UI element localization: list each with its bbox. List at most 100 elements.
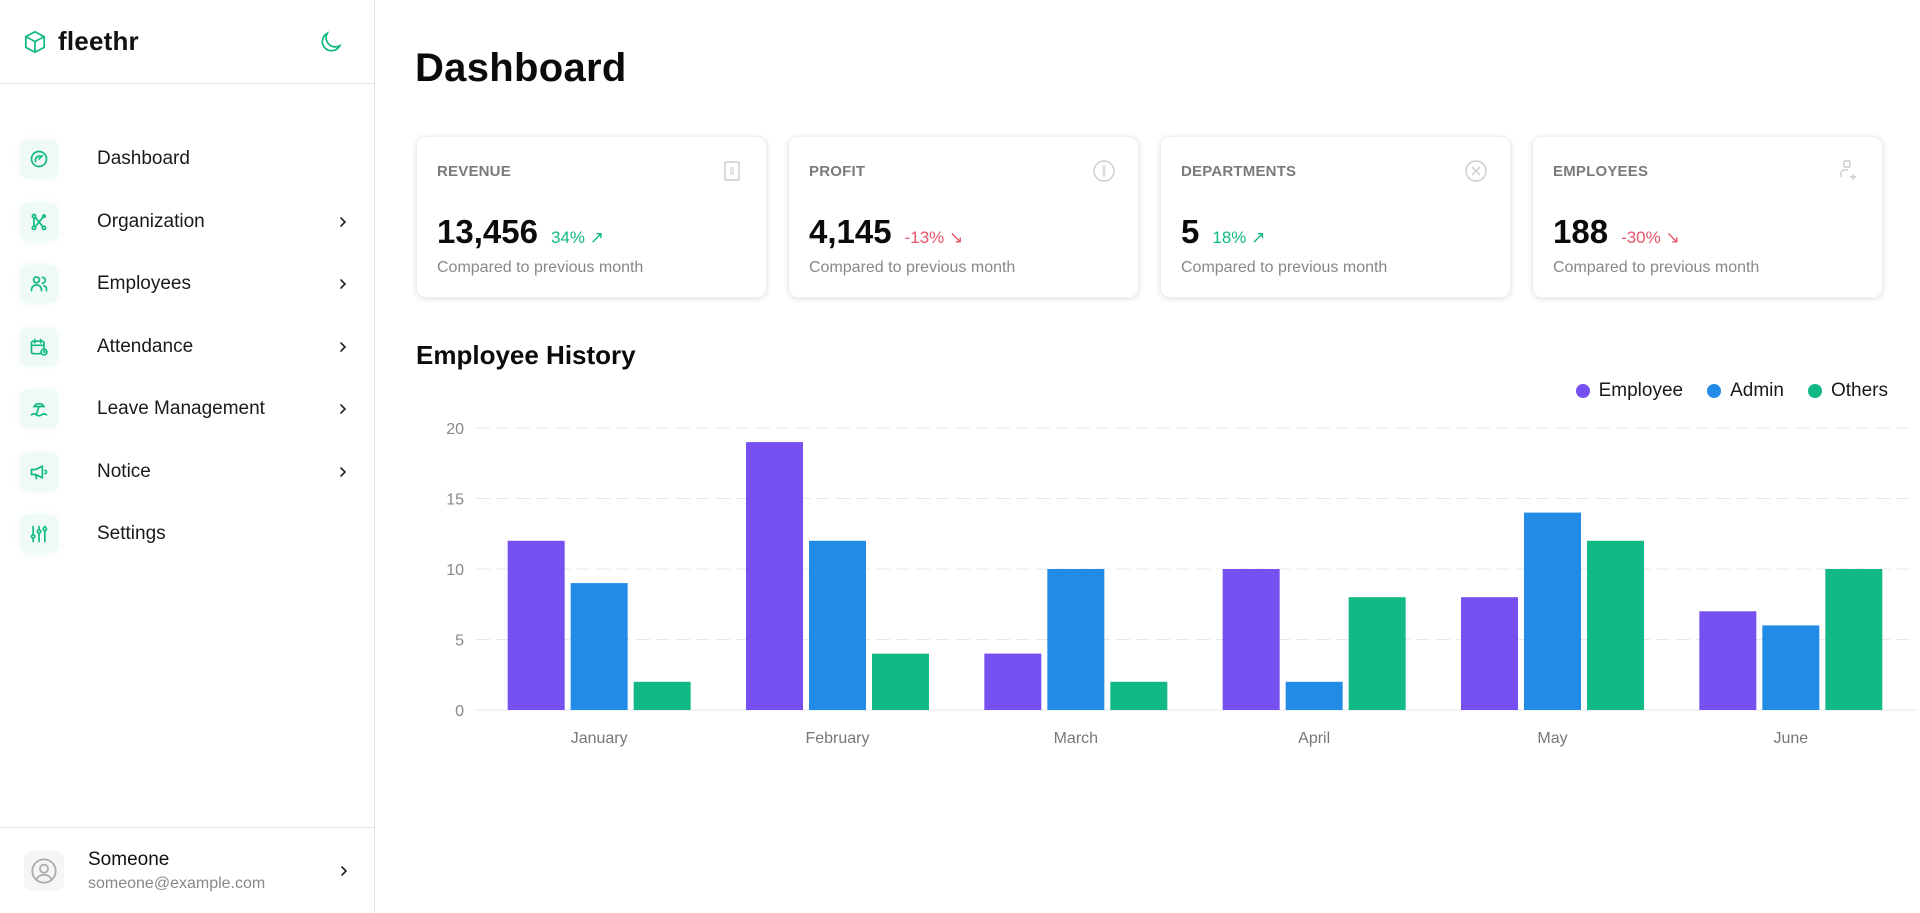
stat-value: 5 <box>1181 213 1200 250</box>
y-tick-label: 15 <box>446 492 464 509</box>
sidebar-item-label: Dashboard <box>97 148 190 170</box>
y-tick-label: 5 <box>455 633 464 650</box>
bar-others[interactable] <box>1587 540 1644 710</box>
sidebar-nav: Dashboard Organization Employees Attenda… <box>0 128 374 566</box>
legend-label: Others <box>1830 380 1888 401</box>
sidebar-item-label: Employees <box>97 273 191 295</box>
calendar-clock-icon <box>20 327 58 366</box>
bar-employee[interactable] <box>1461 597 1518 710</box>
legend-dot <box>1707 384 1722 398</box>
bar-employee[interactable] <box>1222 569 1280 710</box>
stat-delta: -13% ↘ <box>904 228 964 247</box>
bar-others[interactable] <box>633 681 691 710</box>
sidebar-item-dashboard[interactable]: Dashboard <box>0 128 374 191</box>
stat-label: REVENUE <box>437 163 511 180</box>
sidebar-item-label: Organization <box>97 210 205 232</box>
chevron-right-icon <box>340 216 347 227</box>
y-tick-label: 20 <box>446 421 464 438</box>
arrow-down-right-icon: ↘ <box>949 228 964 247</box>
sidebar-item-attendance[interactable]: Attendance <box>0 316 374 379</box>
sidebar-item-label: Notice <box>97 460 151 482</box>
sidebar-item-leave-management[interactable]: Leave Management <box>0 378 374 441</box>
chevron-right-icon <box>340 404 347 415</box>
sidebar-item-label: Leave Management <box>97 398 265 420</box>
user-email: someone@example.com <box>88 874 266 892</box>
sidebar-item-organization[interactable]: Organization <box>0 191 374 254</box>
stat-card-revenue: REVENUE 13,456 34% ↗ Compared to previou… <box>416 136 767 298</box>
sidebar-item-employees[interactable]: Employees <box>0 253 374 316</box>
bar-admin[interactable] <box>1047 569 1105 710</box>
bar-admin[interactable] <box>1524 512 1581 710</box>
stat-card-profit: PROFIT 4,145 -13% ↘ Compared to previous… <box>788 136 1139 298</box>
stat-subtitle: Compared to previous month <box>1553 259 1760 276</box>
moon-icon[interactable] <box>318 29 344 55</box>
user-profile-menu[interactable]: Someone someone@example.com <box>0 827 375 913</box>
stat-cards: REVENUE 13,456 34% ↗ Compared to previou… <box>416 136 1883 298</box>
dashboard-gauge-icon <box>20 140 58 179</box>
cube-icon <box>22 29 48 55</box>
organization-network-icon <box>20 202 58 241</box>
legend-item-employee[interactable]: Employee <box>1575 380 1683 402</box>
stat-card-departments: DEPARTMENTS 5 18% ↗ Compared to previous… <box>1160 136 1511 298</box>
bar-admin[interactable] <box>1762 625 1820 710</box>
sidebar: fleethr Dashboard Organization Employees <box>0 0 375 913</box>
bar-admin[interactable] <box>1285 681 1343 710</box>
banknote-icon <box>724 161 740 181</box>
legend-item-admin[interactable]: Admin <box>1707 380 1784 402</box>
stat-delta: 34% ↗ <box>550 228 604 247</box>
bar-admin[interactable] <box>809 540 866 710</box>
bar-others[interactable] <box>872 653 929 710</box>
brand-header: fleethr <box>0 0 374 84</box>
stat-value: 4,145 <box>809 213 892 250</box>
sidebar-item-settings[interactable]: Settings <box>0 503 374 566</box>
main-content: Dashboard REVENUE 13,456 34% ↗ Compared … <box>376 0 1920 913</box>
sliders-icon <box>20 515 58 554</box>
y-tick-label: 0 <box>455 703 464 720</box>
y-tick-label: 10 <box>446 562 464 579</box>
employee-history-chart: 0 5 10 15 20 January February March April May June <box>446 421 1916 747</box>
arrow-up-right-icon: ↗ <box>589 228 604 247</box>
users-icon <box>20 265 58 304</box>
bar-employee[interactable] <box>984 653 1042 710</box>
x-tick-label: April <box>1298 730 1330 747</box>
user-name: Someone <box>88 848 170 870</box>
chart-title: Employee History <box>416 340 636 370</box>
stat-label: PROFIT <box>809 163 866 180</box>
user-plus-icon <box>1840 160 1856 180</box>
chevron-right-icon <box>340 466 347 477</box>
coin-icon <box>1093 160 1115 182</box>
x-tick-label: January <box>571 730 628 747</box>
bar-others[interactable] <box>1110 681 1168 710</box>
app-name: fleethr <box>58 26 139 56</box>
stat-label: DEPARTMENTS <box>1181 163 1297 180</box>
bar-others[interactable] <box>1348 597 1406 710</box>
arrow-down-right-icon: ↘ <box>1665 228 1680 247</box>
beach-umbrella-icon <box>20 390 58 429</box>
legend-item-others[interactable]: Others <box>1807 380 1888 402</box>
bar-others[interactable] <box>1825 569 1883 710</box>
user-circle-icon <box>24 850 64 891</box>
bar-employee[interactable] <box>1699 611 1757 710</box>
chart-legend: Employee Admin Others <box>1575 380 1888 402</box>
chevron-right-icon <box>341 865 348 876</box>
stat-value: 13,456 <box>437 213 538 250</box>
legend-dot <box>1575 384 1590 398</box>
stat-delta: -30% ↘ <box>1621 228 1680 247</box>
bar-employee[interactable] <box>746 442 803 710</box>
megaphone-icon <box>20 452 58 491</box>
stat-subtitle: Compared to previous month <box>437 259 644 276</box>
x-tick-label: May <box>1537 730 1567 747</box>
bar-admin[interactable] <box>570 583 628 710</box>
page-title: Dashboard <box>415 46 627 90</box>
stat-subtitle: Compared to previous month <box>1181 259 1388 276</box>
x-tick-label: March <box>1054 730 1098 747</box>
legend-dot <box>1807 384 1822 398</box>
stat-value: 188 <box>1553 213 1609 250</box>
legend-label: Admin <box>1730 380 1784 401</box>
bar-employee[interactable] <box>507 540 565 710</box>
chevron-right-icon <box>340 279 347 290</box>
sidebar-item-notice[interactable]: Notice <box>0 441 374 504</box>
sidebar-item-label: Attendance <box>97 335 194 357</box>
stat-label: EMPLOYEES <box>1553 163 1649 180</box>
arrow-up-right-icon: ↗ <box>1251 228 1266 247</box>
